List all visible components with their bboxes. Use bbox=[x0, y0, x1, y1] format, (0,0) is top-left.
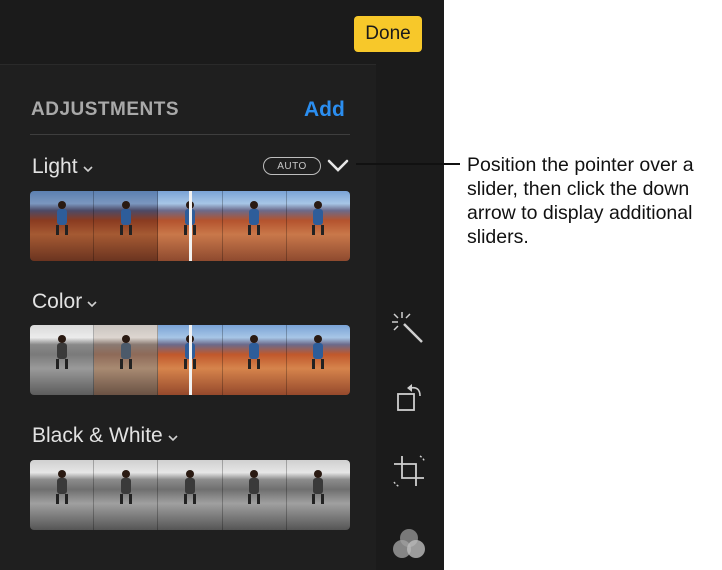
section-label: Black & White bbox=[32, 424, 163, 447]
chevron-down-icon bbox=[82, 155, 93, 179]
done-button[interactable]: Done bbox=[354, 16, 422, 52]
thumbnail-frame bbox=[286, 460, 350, 530]
thumbnail-frame bbox=[222, 325, 287, 395]
thumbnail-frame bbox=[286, 325, 350, 395]
add-button[interactable]: Add bbox=[304, 98, 345, 122]
callout-line bbox=[356, 163, 460, 165]
thumbnail-frame bbox=[286, 191, 350, 261]
thumbnail-frame bbox=[222, 191, 287, 261]
thumbnail-frame bbox=[30, 191, 95, 261]
section-light[interactable]: Light bbox=[32, 155, 93, 179]
section-color[interactable]: Color bbox=[32, 290, 97, 314]
section-label: Color bbox=[32, 290, 83, 313]
crop-straighten-icon[interactable] bbox=[390, 452, 428, 490]
expand-arrow-icon[interactable] bbox=[327, 158, 349, 174]
black-white-slider[interactable] bbox=[30, 460, 350, 530]
adjustments-panel: Done ADJUSTMENTS Add Light AUTO Color Bl… bbox=[0, 0, 444, 570]
light-slider-handle[interactable] bbox=[189, 191, 192, 261]
chevron-down-icon bbox=[87, 290, 97, 314]
adjustments-title: ADJUSTMENTS bbox=[31, 99, 180, 120]
thumbnail-frame bbox=[30, 325, 95, 395]
thumbnail-frame bbox=[30, 460, 95, 530]
filters-icon[interactable] bbox=[389, 526, 429, 562]
section-label: Light bbox=[32, 155, 78, 178]
section-black-white[interactable]: Black & White bbox=[32, 424, 178, 448]
color-slider-handle[interactable] bbox=[189, 325, 192, 395]
thumbnail-frame bbox=[222, 460, 287, 530]
divider bbox=[30, 134, 350, 135]
auto-button[interactable]: AUTO bbox=[263, 157, 321, 175]
chevron-down-icon bbox=[168, 424, 178, 448]
thumbnail-frame bbox=[94, 460, 159, 530]
thumbnail-frame bbox=[158, 460, 223, 530]
thumbnail-frame bbox=[94, 325, 159, 395]
magic-wand-icon[interactable] bbox=[390, 310, 426, 346]
thumbnail-frame bbox=[94, 191, 159, 261]
rotate-icon[interactable] bbox=[394, 380, 426, 414]
callout-text: Position the pointer over a slider, then… bbox=[467, 154, 694, 248]
